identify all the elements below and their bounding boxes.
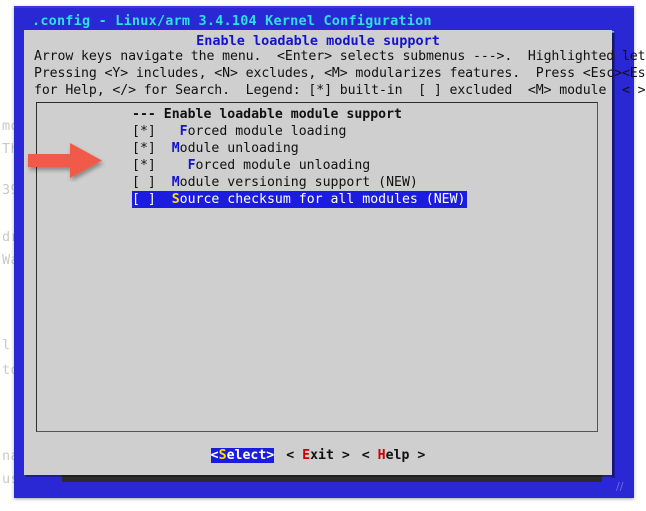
checkbox-indicator[interactable]: [*] bbox=[132, 124, 180, 139]
dialog-button-elp[interactable]: < Help > bbox=[362, 448, 426, 463]
menu-item[interactable]: [ ] Module versioning support (NEW) bbox=[124, 174, 646, 191]
menu-item-selected[interactable]: [ ] Source checksum for all modules (NEW… bbox=[124, 191, 646, 208]
screenshot-root: “ ≡ ◎ Edit mode: Markdown ⛶ modify the k… bbox=[0, 0, 646, 511]
button-bracket-left: < bbox=[210, 448, 219, 463]
dialog-shadow bbox=[612, 33, 615, 478]
menu-item[interactable]: [*] Forced module loading bbox=[124, 123, 646, 140]
hotkey-letter: F bbox=[187, 158, 196, 173]
menu-item[interactable]: [*] Forced module unloading bbox=[124, 157, 646, 174]
dialog-button-xit[interactable]: < Exit > bbox=[286, 448, 350, 463]
resize-grip[interactable]: // bbox=[616, 481, 628, 493]
menu-item-label: Enable loadable module support bbox=[163, 107, 402, 122]
button-label: xit > bbox=[310, 448, 350, 463]
button-bracket-left: < bbox=[286, 448, 303, 463]
hotkey-letter: E bbox=[302, 448, 311, 463]
hotkey-letter: S bbox=[171, 192, 180, 207]
menu-item-label: ource checksum for all modules (NEW) bbox=[179, 192, 466, 207]
hotkey-letter: F bbox=[179, 124, 188, 139]
button-label: elect> bbox=[226, 448, 275, 463]
hotkey-letter: M bbox=[171, 141, 180, 156]
menu-item-label: odule versioning support (NEW) bbox=[179, 175, 418, 190]
menu-item[interactable]: --- Enable loadable module support bbox=[124, 106, 646, 123]
dialog-button-bar: <Select> < Exit > < Help > bbox=[24, 448, 612, 463]
dialog-help-line: Arrow keys navigate the menu. <Enter> se… bbox=[34, 49, 646, 64]
hotkey-letter: H bbox=[377, 448, 386, 463]
menu-list[interactable]: --- Enable loadable module support [*] Fo… bbox=[36, 106, 646, 208]
dialog-title: Enable loadable module support bbox=[196, 33, 440, 49]
checkbox-indicator[interactable]: [ ] bbox=[132, 175, 172, 190]
menuconfig-dialog: Enable loadable module support Arrow key… bbox=[24, 30, 646, 478]
dialog-help-line: Pressing <Y> includes, <N> excludes, <M>… bbox=[34, 66, 646, 81]
terminal-title: .config - Linux/arm 3.4.104 Kernel Confi… bbox=[32, 13, 432, 29]
checkbox-indicator[interactable]: [ ] bbox=[132, 192, 172, 207]
menu-item-label: orced module loading bbox=[187, 124, 347, 139]
hotkey-letter: S bbox=[218, 448, 227, 463]
button-bracket-left: < bbox=[361, 448, 378, 463]
checkbox-indicator[interactable]: [*] bbox=[132, 158, 188, 173]
menu-item-label: odule unloading bbox=[179, 141, 299, 156]
menu-item[interactable]: [*] Module unloading bbox=[124, 140, 646, 157]
dialog-button-elect[interactable]: <Select> bbox=[210, 448, 275, 463]
checkbox-indicator[interactable]: --- bbox=[132, 107, 164, 122]
button-label: elp > bbox=[385, 448, 426, 463]
checkbox-indicator[interactable]: [*] bbox=[132, 141, 172, 156]
menu-item-label: orced module unloading bbox=[195, 158, 371, 173]
dialog-help-line: for Help, </> for Search. Legend: [*] bu… bbox=[34, 83, 646, 98]
window-top-edge bbox=[14, 6, 634, 8]
hotkey-letter: M bbox=[171, 175, 180, 190]
